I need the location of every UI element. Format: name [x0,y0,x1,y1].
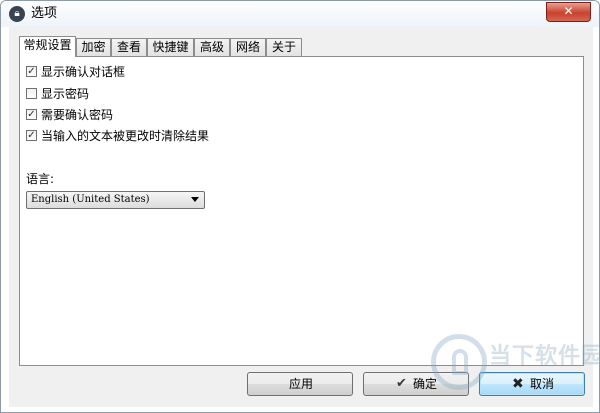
language-select-value: English (United States) [31,194,150,205]
tab-view[interactable]: 查看 [111,38,147,56]
tab-about[interactable]: 关于 [266,38,302,56]
cancel-button[interactable]: ✖ 取消 [479,372,585,396]
x-icon: ✖ [512,376,524,392]
option-label: 需要确认密码 [41,108,114,122]
ok-button[interactable]: ✔ 确定 [363,372,469,396]
dialog-client-area: 常规设置 加密 查看 快捷键 高级 网络 关于 ✓ 显示确认对话框 显示密码 ✓… [9,27,593,407]
apply-button[interactable]: 应用 [247,372,353,396]
tab-network[interactable]: 网络 [230,38,266,56]
apply-button-label: 应用 [289,377,314,391]
tab-advanced[interactable]: 高级 [194,38,230,56]
ok-button-label: 确定 [413,377,438,391]
general-settings-panel: ✓ 显示确认对话框 显示密码 ✓ 需要确认密码 ✓ 当输入的文本被更改时清除结果… [19,56,584,366]
window-title: 选项 [31,6,58,21]
checkbox-clear-results-on-change[interactable]: ✓ [26,130,37,141]
language-label: 语言: [26,172,55,186]
tab-general[interactable]: 常规设置 [19,36,76,57]
checkbox-show-password[interactable] [26,88,37,99]
option-label: 当输入的文本被更改时清除结果 [41,129,210,143]
language-select[interactable]: English (United States) [26,191,205,209]
tab-shortcuts[interactable]: 快捷键 [147,38,194,56]
checkmark-icon: ✔ [396,376,407,391]
title-bar[interactable]: 🔒︎ 选项 ✕ [1,1,599,27]
checkbox-show-confirm-dialog[interactable]: ✓ [26,66,37,77]
option-label: 显示确认对话框 [41,65,126,79]
lock-icon: 🔒︎ [9,6,25,22]
cancel-button-label: 取消 [530,377,555,391]
close-button[interactable]: ✕ [546,2,591,22]
options-dialog: 🔒︎ 选项 ✕ 常规设置 加密 查看 快捷键 高级 网络 关于 ✓ 显示确认对话… [0,0,600,413]
chevron-down-icon [191,197,199,202]
tab-encryption[interactable]: 加密 [76,38,111,56]
checkbox-require-confirm-password[interactable]: ✓ [26,109,37,120]
option-label: 显示密码 [41,87,90,101]
